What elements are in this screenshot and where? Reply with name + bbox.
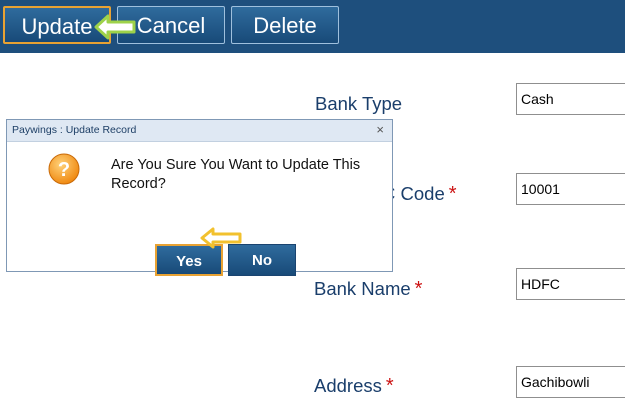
delete-button[interactable]: Delete — [231, 6, 339, 44]
bank-type-label: Bank Type — [315, 93, 403, 114]
dialog-message: Are You Sure You Want to Update This Rec… — [111, 157, 361, 192]
address-field[interactable]: Gachibowli — [516, 366, 625, 398]
address-label: Address * — [314, 375, 394, 397]
required-marker: * — [448, 183, 457, 205]
dialog-title: Paywings : Update Record — [12, 124, 137, 136]
bank-type-field[interactable]: Cash — [516, 83, 625, 115]
bank-name-field[interactable]: HDFC — [516, 268, 625, 300]
update-record-dialog: Paywings : Update Record × ? Are You Sur… — [6, 119, 393, 276]
required-marker: * — [385, 375, 394, 397]
svg-text:?: ? — [58, 159, 70, 181]
bank-name-label: Bank Name * — [314, 278, 423, 300]
required-marker: * — [414, 278, 423, 300]
arrow-left-icon — [94, 14, 136, 40]
ifsc-code-label: C Code * — [382, 183, 457, 205]
dialog-body: ? Are You Sure You Want to Update This R… — [7, 142, 392, 276]
dialog-titlebar: Paywings : Update Record × — [7, 120, 392, 142]
arrow-left-icon — [200, 227, 242, 249]
close-icon[interactable]: × — [376, 122, 384, 137]
ifsc-code-field[interactable]: 10001 — [516, 173, 625, 205]
question-icon: ? — [48, 153, 80, 185]
